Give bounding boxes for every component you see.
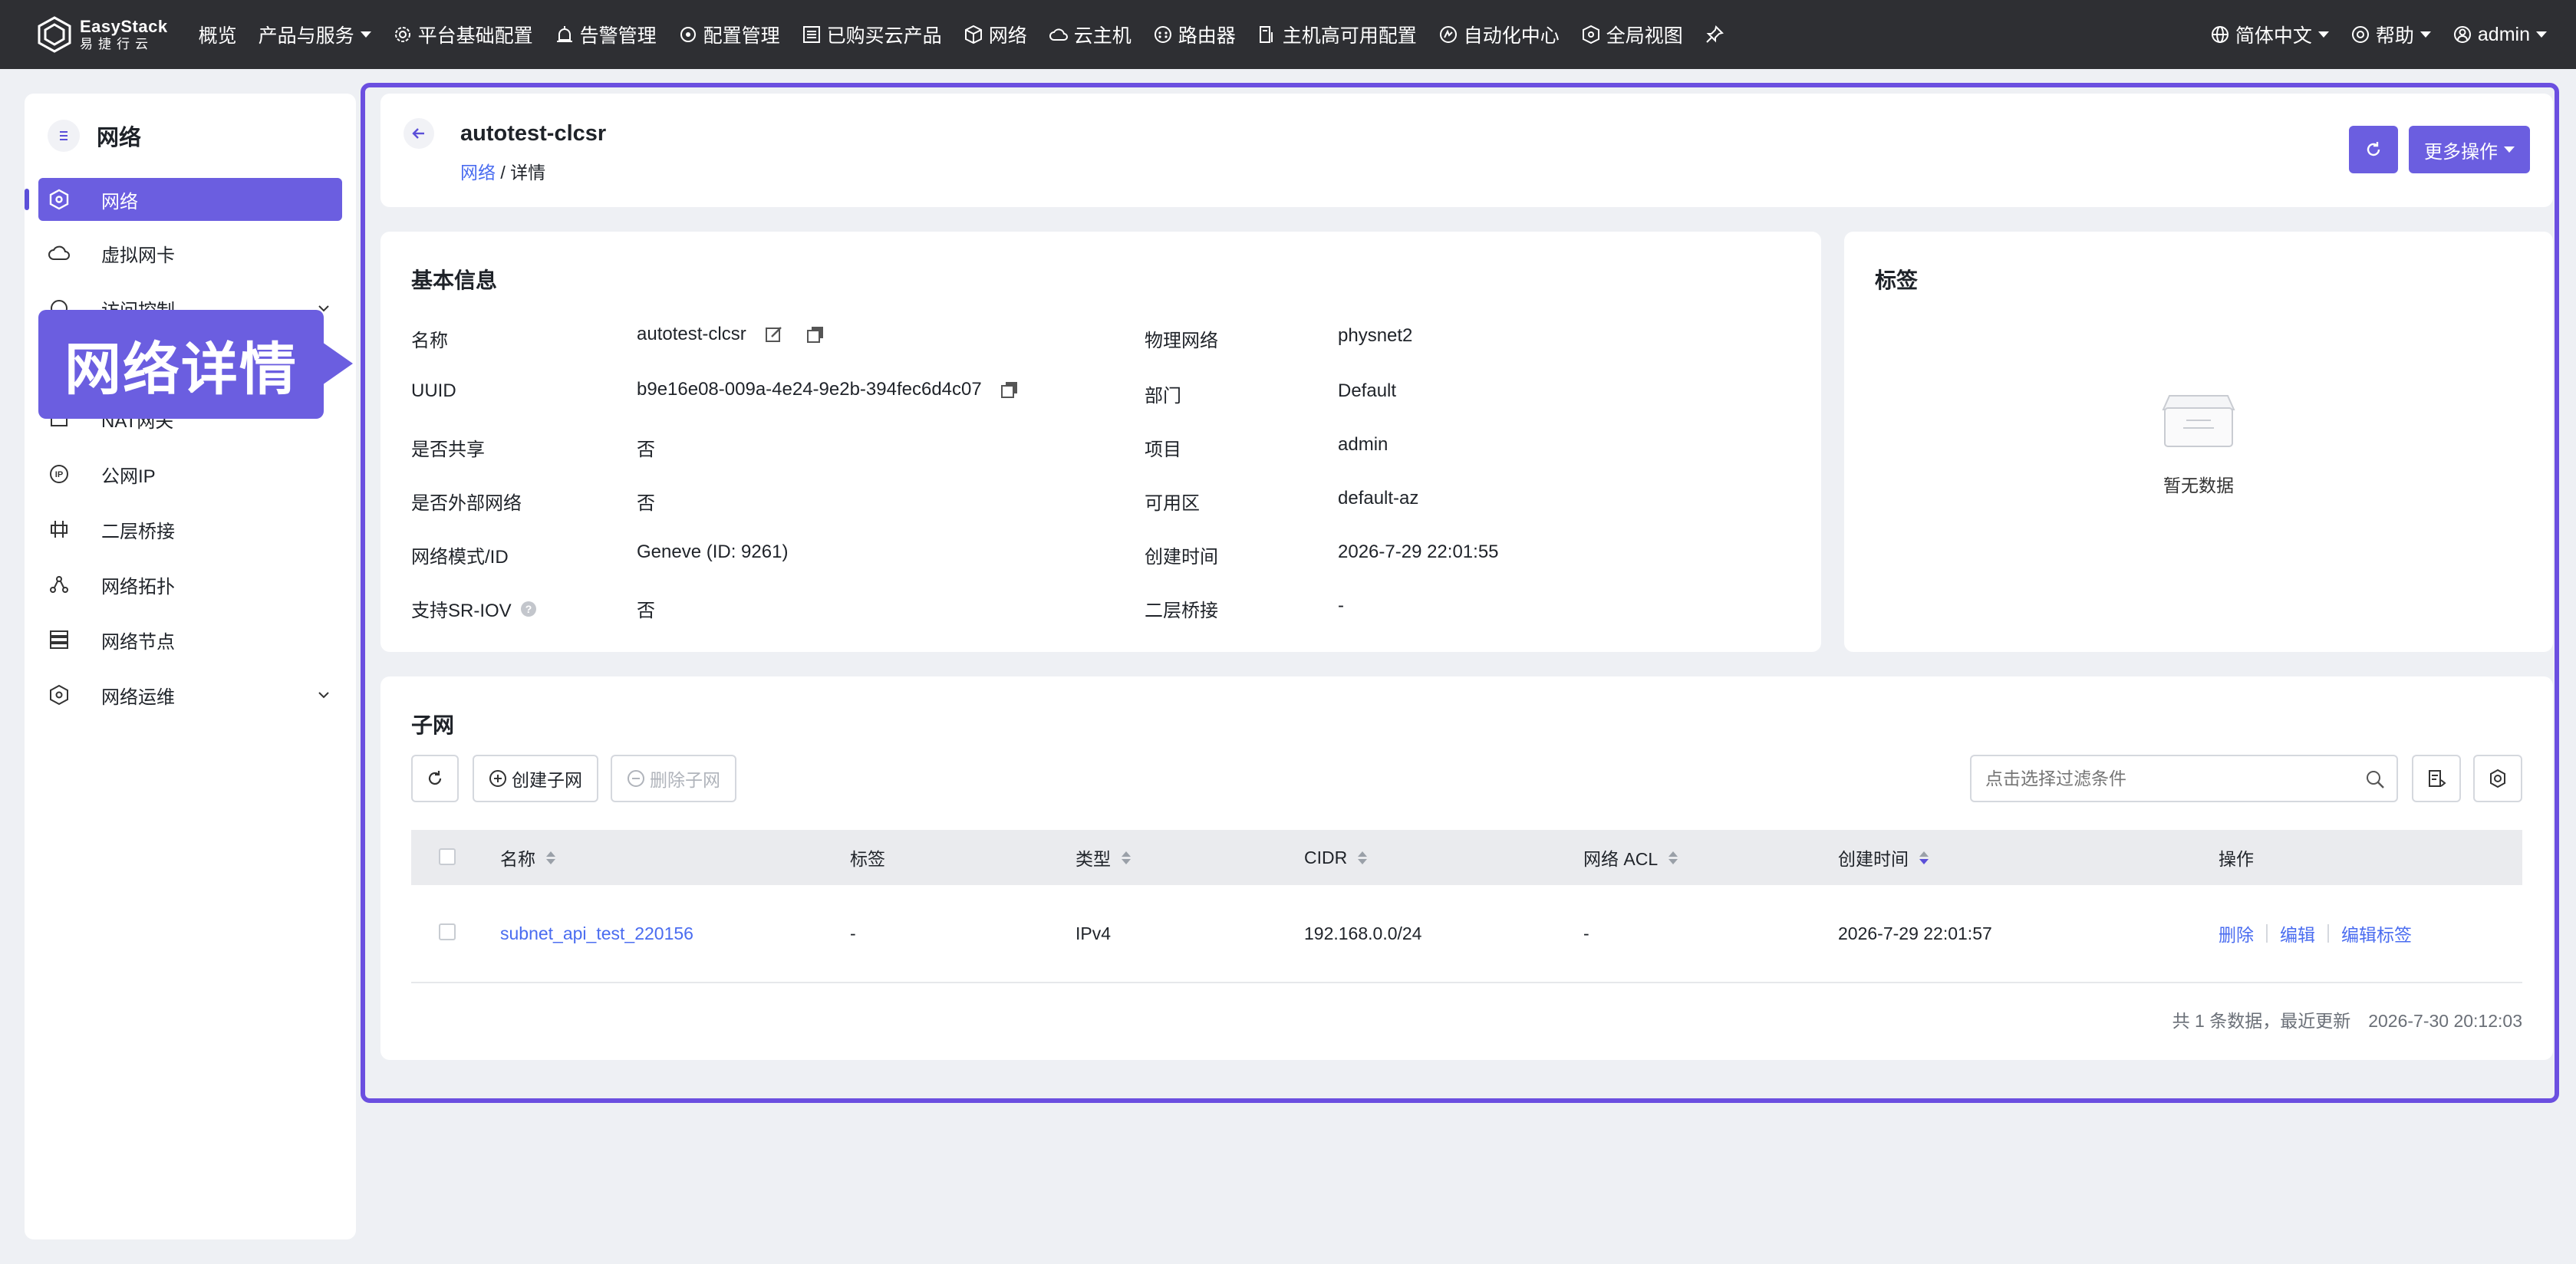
caret-down-icon	[360, 31, 371, 38]
nav-host-ha[interactable]: 主机高可用配置	[1247, 0, 1428, 69]
callout-pointer	[322, 342, 353, 385]
router-icon	[1154, 26, 1171, 43]
caret-down-icon	[2317, 31, 2329, 38]
sidebar-item-l2-bridge[interactable]: 二层桥接	[38, 508, 342, 551]
cube-icon	[49, 189, 69, 210]
caret-down-icon	[2420, 31, 2431, 38]
nav-alarm[interactable]: 告警管理	[544, 0, 667, 69]
global-view-icon	[1582, 25, 1599, 44]
list-icon	[802, 26, 820, 43]
caret-down-icon	[2536, 31, 2547, 38]
sidebar-item-vnic[interactable]: 虚拟网卡	[38, 232, 342, 275]
svg-text:IP: IP	[55, 470, 63, 479]
sidebar-active-indicator	[25, 189, 29, 210]
nav-cloud-host[interactable]: 云主机	[1038, 0, 1142, 69]
language-select[interactable]: 简体中文	[2199, 0, 2340, 69]
sidebar-item-network-ops[interactable]: 网络运维	[38, 673, 342, 716]
sidebar-toggle-button[interactable]	[48, 120, 80, 152]
cloud-icon	[1049, 28, 1068, 41]
bridge-icon	[51, 521, 68, 538]
sidebar-item-network[interactable]: 网络	[38, 178, 342, 221]
nav-products[interactable]: 产品与服务	[248, 0, 382, 69]
ip-icon: IP	[50, 465, 68, 483]
topology-icon	[50, 576, 68, 593]
cube-icon	[50, 684, 68, 706]
highlight-frame	[361, 83, 2559, 1103]
help-menu[interactable]: 帮助	[2340, 0, 2442, 69]
nav-overview[interactable]: 概览	[188, 0, 248, 69]
pin-icon	[1706, 25, 1724, 43]
sidebar-item-topology[interactable]: 网络拓扑	[38, 563, 342, 606]
sidebar: 网络 网络 虚拟网卡 访问控制 NAT网关 IP 公网IP 二层桥接 网络拓扑 …	[25, 94, 356, 1239]
nav-network[interactable]: 网络	[953, 0, 1038, 69]
cube-icon	[964, 25, 982, 44]
menu-icon	[60, 131, 68, 140]
nav-router[interactable]: 路由器	[1142, 0, 1247, 69]
automation-icon	[1439, 26, 1457, 43]
nav-automation[interactable]: 自动化中心	[1428, 0, 1570, 69]
nav-config-manage[interactable]: 配置管理	[667, 0, 791, 69]
brand-name-en: EasyStack	[80, 17, 168, 36]
gear-icon	[394, 27, 410, 42]
pin-button[interactable]	[1694, 0, 1741, 69]
alarm-icon	[556, 26, 572, 42]
sidebar-item-public-ip[interactable]: IP 公网IP	[38, 453, 342, 495]
brand-name-cn: 易捷行云	[80, 37, 153, 51]
nav-global-view[interactable]: 全局视图	[1570, 0, 1694, 69]
globe-icon	[2211, 26, 2228, 43]
sidebar-title: 网络	[97, 126, 142, 150]
user-menu[interactable]: admin	[2442, 0, 2558, 69]
nav-purchased[interactable]: 已购买云产品	[791, 0, 953, 69]
server-icon	[1259, 26, 1273, 43]
chevron-down-icon	[318, 692, 329, 699]
help-icon	[2351, 26, 2369, 43]
sidebar-item-network-node[interactable]: 网络节点	[38, 618, 342, 661]
user-icon	[2453, 26, 2471, 43]
cloud-icon	[48, 245, 70, 260]
settings-icon	[680, 27, 696, 42]
easystack-logo-icon	[38, 16, 71, 53]
main-nav: 概览 产品与服务 平台基础配置 告警管理 配置管理 已购买云产品 网络 云主机 …	[188, 0, 1741, 69]
top-navbar: EasyStack 易捷行云 概览 产品与服务 平台基础配置 告警管理 配置管理…	[0, 0, 2576, 69]
server-rack-icon	[50, 630, 68, 649]
callout-label: 网络详情	[38, 310, 324, 419]
brand-logo[interactable]: EasyStack 易捷行云	[35, 15, 168, 54]
nav-platform-config[interactable]: 平台基础配置	[382, 0, 544, 69]
